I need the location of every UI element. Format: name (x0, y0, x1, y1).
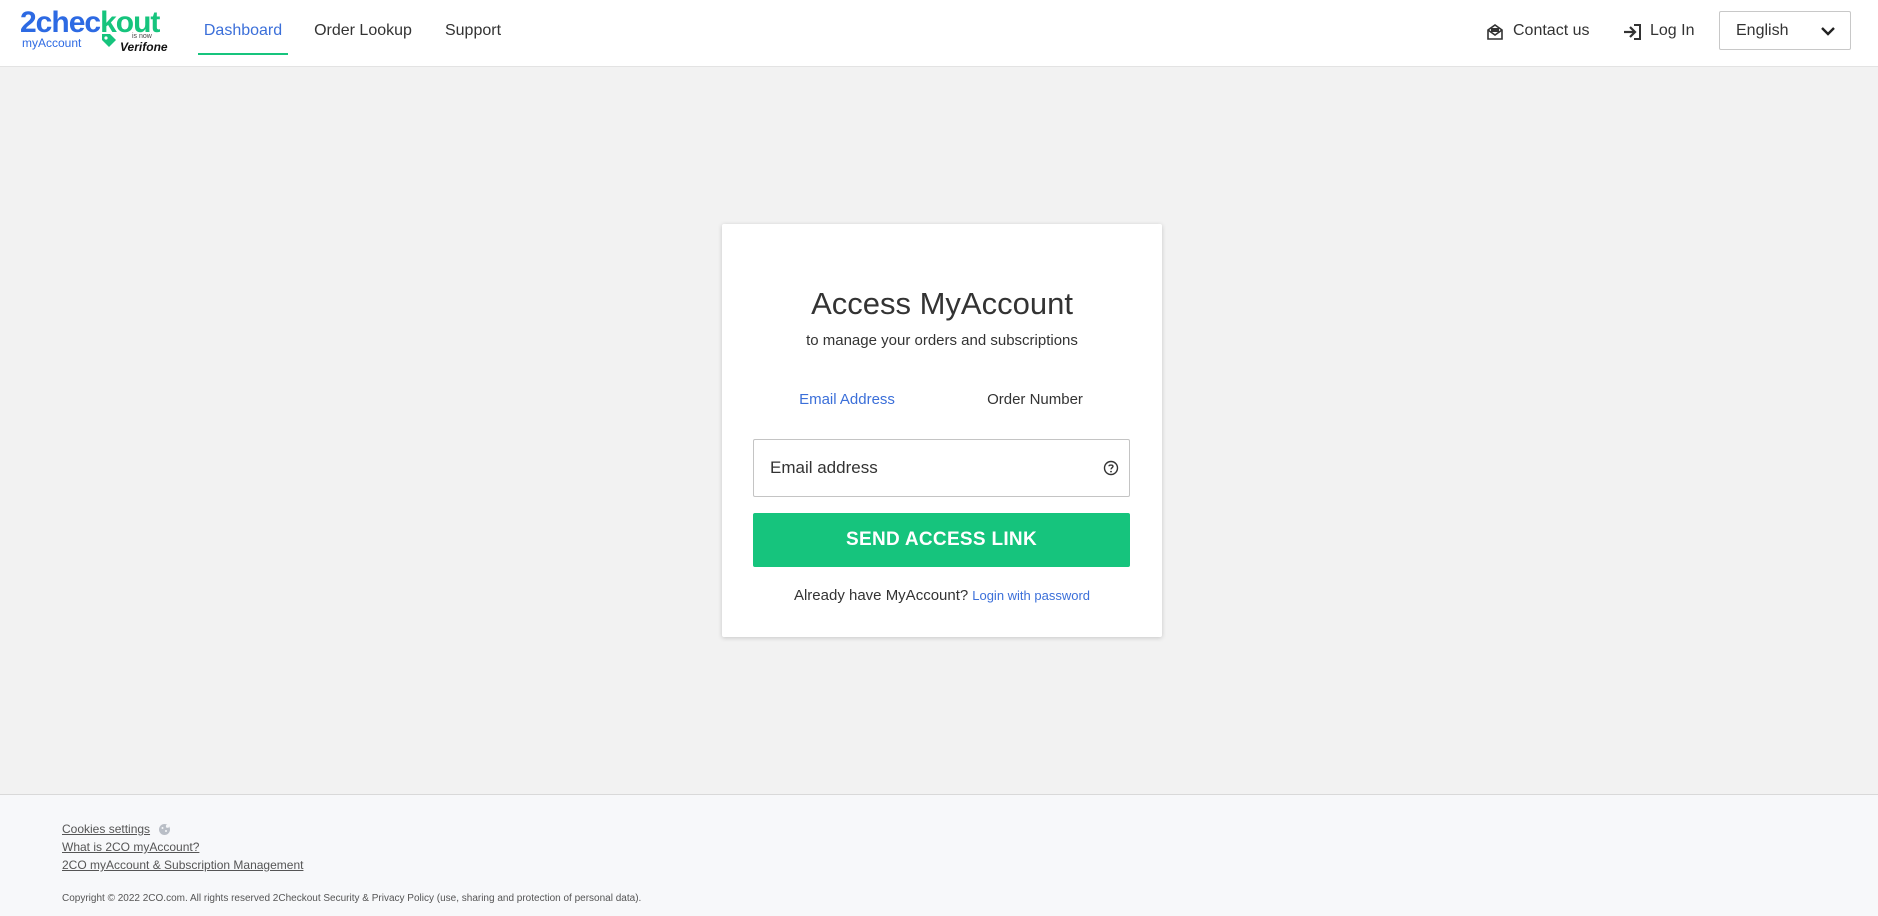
tag-icon (102, 34, 116, 47)
subscription-management-link[interactable]: 2CO myAccount & Subscription Management (62, 857, 303, 873)
access-method-tabs: Email Address Order Number (753, 381, 1130, 447)
cookie-icon[interactable] (158, 823, 171, 836)
already-have-account-text: Already have MyAccount? (793, 587, 969, 604)
email-field (753, 439, 1130, 497)
language-select[interactable]: English (1719, 11, 1851, 50)
page-title: Access MyAccount (811, 286, 1073, 321)
page-subtitle: to manage your orders and subscriptions (806, 332, 1078, 349)
envelope-open-icon (1487, 24, 1503, 40)
logo-brand-part1: 2chec (20, 6, 101, 39)
login-link[interactable]: Log In (1623, 20, 1703, 42)
top-header: 2checkout myAccount is now Verifone Dash… (0, 0, 1878, 67)
logo[interactable]: 2checkout myAccount is now Verifone (20, 6, 176, 56)
footer: Cookies settings What is 2CO myAccount? … (0, 794, 1878, 916)
access-card: Access MyAccount to manage your orders a… (722, 224, 1162, 637)
nav-tab-support[interactable]: Support (440, 0, 506, 55)
tab-email-address[interactable]: Email Address (753, 381, 941, 447)
nav-tab-order-lookup[interactable]: Order Lookup (311, 0, 415, 55)
chevron-down-icon (1821, 27, 1835, 36)
login-label: Log In (1650, 22, 1695, 39)
logo-subtitle: myAccount (22, 36, 82, 50)
copyright-text: Copyright © 2022 2CO.com. All rights res… (62, 893, 642, 904)
already-have-account: Already have MyAccount? Login with passwo… (722, 586, 1162, 606)
cookies-settings-link[interactable]: Cookies settings (62, 821, 150, 837)
contact-us-label: Contact us (1513, 22, 1590, 39)
tab-order-number[interactable]: Order Number (941, 381, 1129, 447)
nav-tab-dashboard[interactable]: Dashboard (198, 0, 288, 55)
send-access-link-button[interactable]: SEND ACCESS LINK (753, 513, 1130, 567)
sign-in-icon (1624, 24, 1641, 40)
login-with-password-link[interactable]: Login with password (972, 588, 1090, 603)
question-circle-icon[interactable] (1103, 460, 1119, 476)
email-input[interactable] (754, 440, 1084, 496)
contact-us-link[interactable]: Contact us (1486, 20, 1590, 42)
logo-partner: Verifone (120, 40, 168, 54)
language-selected-value: English (1736, 22, 1789, 39)
what-is-myaccount-link[interactable]: What is 2CO myAccount? (62, 839, 199, 855)
